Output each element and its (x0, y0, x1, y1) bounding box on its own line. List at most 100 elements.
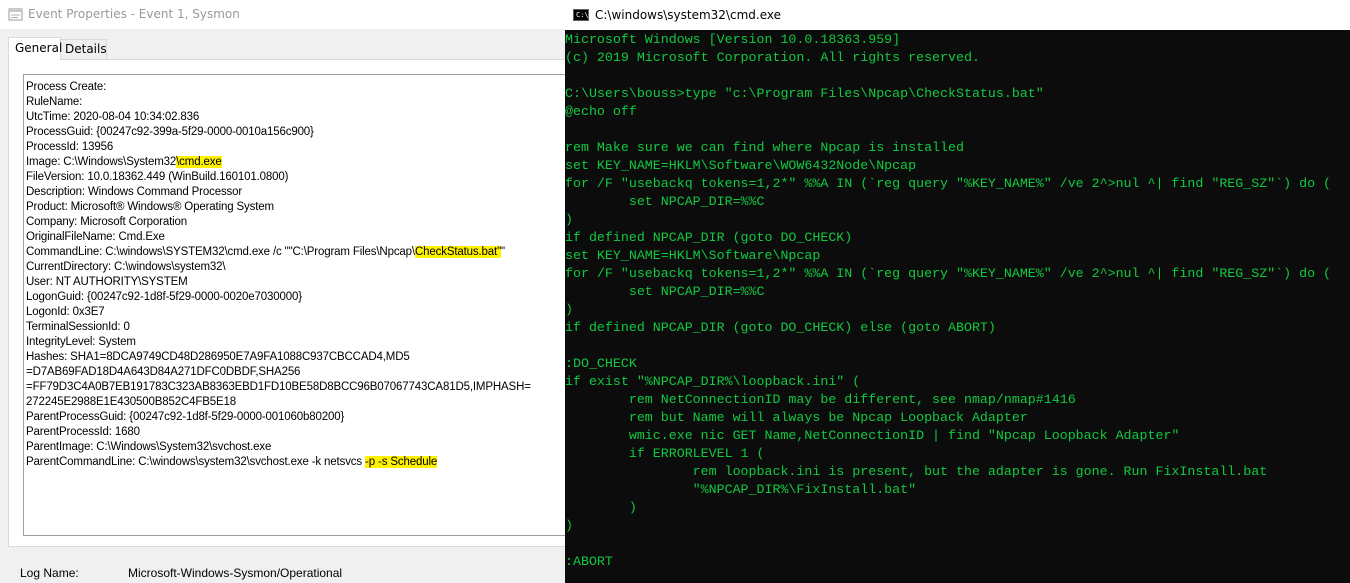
event-field-line: Product: Microsoft® Windows® Operating S… (26, 200, 531, 215)
event-field-text: Hashes: SHA1=8DCA9749CD48D286950E7A9FA10… (26, 351, 410, 363)
event-field-text: TerminalSessionId: 0 (26, 321, 130, 333)
event-field-line: ProcessGuid: {00247c92-399a-5f29-0000-00… (26, 125, 531, 140)
event-field-text: Company: Microsoft Corporation (26, 216, 188, 228)
general-tab-panel: Process Create: RuleName: UtcTime: 2020-08… (8, 59, 565, 547)
event-field-text: User: NT AUTHORITY\SYSTEM (26, 276, 188, 288)
event-field-line: Company: Microsoft Corporation (26, 215, 531, 230)
event-field-text: ProcessId: 13956 (26, 141, 114, 153)
highlighted-text: \cmd.exe (176, 156, 222, 168)
event-field-text: Description: Windows Command Processor (26, 186, 243, 198)
tab-details[interactable]: Details (61, 39, 107, 59)
event-properties-title: Event Properties - Event 1, Sysmon (28, 7, 240, 21)
console-line: Microsoft Windows [Version 10.0.18363.95… (565, 32, 901, 47)
event-field-line: 272245E2988E1E430500B852C4FB5E18 (26, 395, 531, 410)
console-line: C:\Users\bouss>type "c:\Program Files\Np… (565, 86, 1044, 101)
cmd-titlebar[interactable]: C:\ C:\windows\system32\cmd.exe (565, 0, 1350, 30)
console-line: set NPCAP_DIR=%%C (565, 194, 765, 209)
event-field-line: TerminalSessionId: 0 (26, 320, 531, 335)
log-name-label: Log Name: (20, 566, 79, 580)
event-description-lines: Process Create: RuleName: UtcTime: 2020-08… (26, 80, 531, 470)
event-field-text: =D7AB69FAD18D4A643D84A271DFC0DBDF,SHA256 (26, 366, 301, 378)
event-field-line: Process Create: (26, 80, 531, 95)
event-field-line: FileVersion: 10.0.18362.449 (WinBuild.16… (26, 170, 531, 185)
event-field-text: Product: Microsoft® Windows® Operating S… (26, 201, 274, 213)
event-field-line: ParentProcessGuid: {00247c92-1d8f-5f29-0… (26, 410, 531, 425)
console-line: rem loopback.ini is present, but the ada… (565, 464, 1268, 479)
event-field-text: 272245E2988E1E430500B852C4FB5E18 (26, 396, 237, 408)
console-line: for /F "usebackq tokens=1,2*" %%A IN (`r… (565, 176, 1332, 191)
console-line: (c) 2019 Microsoft Corporation. All righ… (565, 50, 980, 65)
event-field-line: Description: Windows Command Processor (26, 185, 531, 200)
highlighted-text: -p -s Schedule (365, 456, 438, 468)
event-description-textbox[interactable]: Process Create: RuleName: UtcTime: 2020-08… (23, 74, 565, 536)
event-field-text: LogonId: 0x3E7 (26, 306, 105, 318)
cmd-console-lines: Microsoft Windows [Version 10.0.18363.95… (565, 31, 1331, 571)
event-viewer-icon (8, 8, 23, 21)
event-field-line: LogonId: 0x3E7 (26, 305, 531, 320)
event-field-text: ProcessGuid: {00247c92-399a-5f29-0000-00… (26, 126, 314, 138)
console-line: set KEY_NAME=HKLM\Software\Npcap (565, 248, 821, 263)
console-line: for /F "usebackq tokens=1,2*" %%A IN (`r… (565, 266, 1332, 281)
console-line: ) (565, 302, 573, 317)
event-field-line: ParentImage: C:\Windows\System32\svchost… (26, 440, 531, 455)
event-properties-window: Event Properties - Event 1, Sysmon Gener… (0, 0, 565, 583)
console-icon: C:\ (573, 9, 589, 21)
event-field-line: UtcTime: 2020-08-04 10:34:02.836 (26, 110, 531, 125)
console-line: @echo off (565, 104, 637, 119)
console-line: set NPCAP_DIR=%%C (565, 284, 765, 299)
event-field-text: LogonGuid: {00247c92-1d8f-5f29-0000-0020… (26, 291, 302, 303)
console-line: if ERRORLEVEL 1 ( (565, 446, 765, 461)
event-field-line: CommandLine: C:\windows\SYSTEM32\cmd.exe… (26, 245, 531, 260)
log-name-value: Microsoft-Windows-Sysmon/Operational (128, 566, 343, 580)
event-field-text: ParentCommandLine: C:\windows\system32\s… (26, 456, 366, 468)
event-field-text: ParentProcessId: 1680 (26, 426, 140, 438)
event-field-text: " (501, 246, 505, 258)
event-field-text: OriginalFileName: Cmd.Exe (26, 231, 165, 243)
event-field-line: Hashes: SHA1=8DCA9749CD48D286950E7A9FA10… (26, 350, 531, 365)
event-field-text: CurrentDirectory: C:\windows\system32\ (26, 261, 226, 273)
console-line: rem Make sure we can find where Npcap is… (565, 140, 964, 155)
console-line: if exist "%NPCAP_DIR%\loopback.ini" ( (565, 374, 861, 389)
event-field-line: =D7AB69FAD18D4A643D84A271DFC0DBDF,SHA256 (26, 365, 531, 380)
event-field-line: RuleName: (26, 95, 531, 110)
event-field-text: FileVersion: 10.0.18362.449 (WinBuild.16… (26, 171, 289, 183)
event-field-text: ParentProcessGuid: {00247c92-1d8f-5f29-0… (26, 411, 345, 423)
console-line: "%NPCAP_DIR%\FixInstall.bat" (565, 482, 917, 497)
console-line: set KEY_NAME=HKLM\Software\WOW6432Node\N… (565, 158, 917, 173)
event-field-text: UtcTime: 2020-08-04 10:34:02.836 (26, 111, 200, 123)
event-properties-titlebar[interactable]: Event Properties - Event 1, Sysmon (0, 0, 565, 29)
event-field-text: Image: C:\Windows\System32 (26, 156, 177, 168)
event-field-text: CommandLine: C:\windows\SYSTEM32\cmd.exe… (26, 246, 415, 258)
event-field-line: CurrentDirectory: C:\windows\system32\ (26, 260, 531, 275)
console-line: wmic.exe nic GET Name,NetConnectionID | … (565, 428, 1180, 443)
event-field-line: Image: C:\Windows\System32\cmd.exe (26, 155, 531, 170)
event-field-line: User: NT AUTHORITY\SYSTEM (26, 275, 531, 290)
event-field-line: IntegrityLevel: System (26, 335, 531, 350)
console-line: ) (565, 518, 573, 533)
cmd-window-title: C:\windows\system32\cmd.exe (595, 8, 781, 22)
console-line: if defined NPCAP_DIR (goto DO_CHECK) els… (565, 320, 996, 335)
cmd-console-output[interactable]: Microsoft Windows [Version 10.0.18363.95… (565, 30, 1350, 583)
console-line: rem but Name will always be Npcap Loopba… (565, 410, 1028, 425)
console-line: ) (565, 212, 573, 227)
event-field-text: ParentImage: C:\Windows\System32\svchost… (26, 441, 272, 453)
event-field-text: =FF79D3C4A0B7EB191783C323AB8363EBD1FD10B… (26, 381, 531, 393)
event-field-line: ParentCommandLine: C:\windows\system32\s… (26, 455, 531, 470)
cmd-window: C:\ C:\windows\system32\cmd.exe Microsof… (565, 0, 1350, 583)
event-field-text: IntegrityLevel: System (26, 336, 136, 348)
event-field-text: Process Create: (26, 81, 107, 93)
event-field-line: OriginalFileName: Cmd.Exe (26, 230, 531, 245)
event-field-text: RuleName: (26, 96, 83, 108)
console-icon-text: C:\ (576, 11, 589, 19)
console-line: if defined NPCAP_DIR (goto DO_CHECK) (565, 230, 853, 245)
event-field-line: LogonGuid: {00247c92-1d8f-5f29-0000-0020… (26, 290, 531, 305)
console-line: ) (565, 500, 637, 515)
tab-general[interactable]: General (8, 37, 62, 60)
event-field-line: ProcessId: 13956 (26, 140, 531, 155)
highlighted-text: CheckStatus.bat" (414, 246, 502, 258)
event-field-line: ParentProcessId: 1680 (26, 425, 531, 440)
console-line: rem NetConnectionID may be different, se… (565, 392, 1076, 407)
